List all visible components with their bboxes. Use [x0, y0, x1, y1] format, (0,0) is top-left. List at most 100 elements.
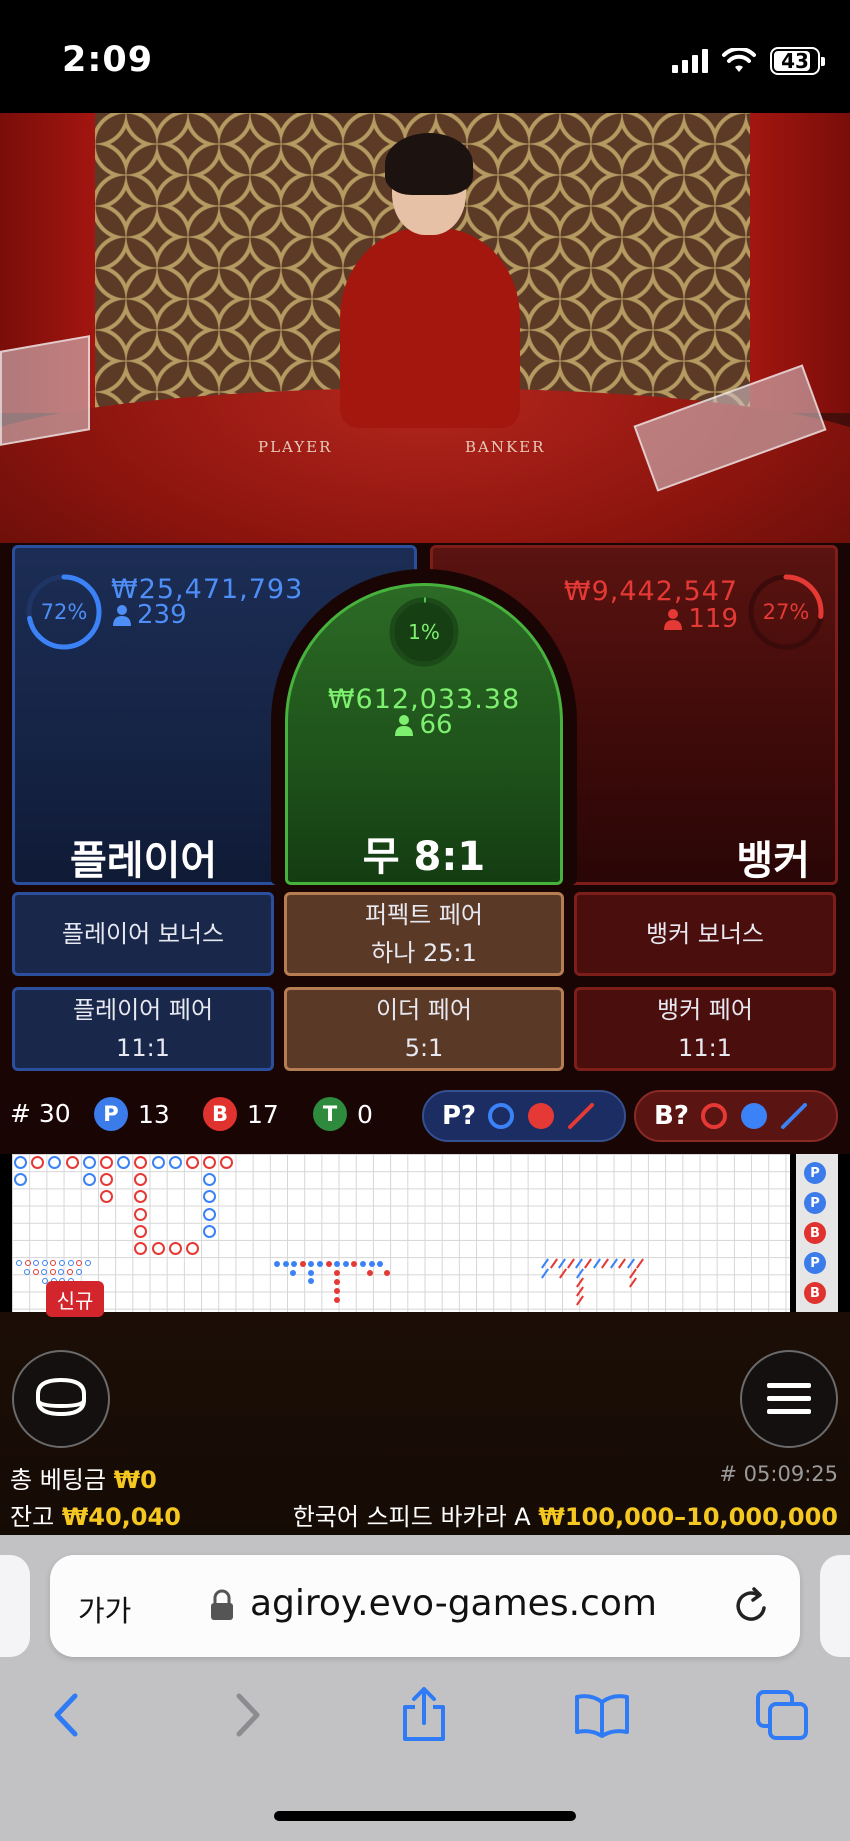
derived-slash — [541, 1258, 549, 1269]
table-limits: ₩100,000–10,000,000 — [538, 1503, 838, 1531]
derived-slash — [618, 1258, 627, 1269]
banker-chip-icon: B — [203, 1097, 237, 1131]
tie-bet-spot[interactable]: 1% ₩612,033.38 66 무 8:1 — [285, 583, 563, 885]
derived-dot — [334, 1297, 340, 1303]
status-icons: 43 — [672, 44, 825, 78]
status-bar: 2:09 43 — [0, 0, 850, 113]
banker-ring — [186, 1156, 199, 1169]
tabs-button[interactable] — [752, 1685, 812, 1745]
hamburger-icon — [767, 1383, 811, 1414]
reload-icon[interactable] — [732, 1586, 772, 1626]
person-icon — [395, 715, 414, 736]
banker-percent: 27% — [762, 600, 810, 624]
derived-dot — [334, 1270, 340, 1276]
prev-tab-preview[interactable] — [0, 1555, 30, 1657]
banker-pair-label: 뱅커 페어 — [657, 996, 753, 1024]
bookmarks-button[interactable] — [572, 1685, 632, 1745]
menu-button[interactable] — [740, 1350, 838, 1448]
player-percent-ring: 72% — [25, 573, 103, 655]
derived-dot — [342, 1261, 349, 1267]
either-pair-button[interactable]: 이더 페어 5:1 — [284, 987, 564, 1071]
banker-bettors: 119 — [664, 604, 738, 634]
banker-ring — [134, 1156, 148, 1169]
banker-amount: ₩9,442,547 — [563, 576, 738, 607]
scoreboard-roadmap[interactable] — [12, 1154, 790, 1312]
derived-slash — [601, 1258, 610, 1269]
derived-ring — [24, 1269, 30, 1275]
derived-ring — [67, 1260, 74, 1266]
player-pair-button[interactable]: 플레이어 페어 11:1 — [12, 987, 274, 1071]
total-bet: 총 베팅금 ₩0 — [10, 1460, 157, 1495]
banker-ring — [134, 1242, 148, 1255]
back-button[interactable] — [36, 1685, 96, 1745]
derived-ring — [76, 1260, 83, 1266]
slash-marker-icon — [780, 1103, 807, 1129]
derived-ring — [49, 1269, 56, 1275]
player-pair-odds: 11:1 — [116, 1034, 170, 1062]
banker-ring — [168, 1242, 182, 1255]
banker-bettors-count: 119 — [688, 604, 738, 634]
banker-table-mark: BANKER — [465, 438, 546, 456]
derived-dot — [308, 1270, 314, 1276]
derived-ring — [24, 1260, 31, 1266]
derived-dot — [351, 1261, 358, 1267]
slash-marker-icon — [568, 1103, 595, 1129]
banker-pair-button[interactable]: 뱅커 페어 11:1 — [574, 987, 836, 1071]
banker-ring — [151, 1242, 165, 1255]
derived-dot — [299, 1261, 306, 1267]
dot-marker-icon — [740, 1103, 767, 1129]
player-wins-stat: P 13 — [94, 1097, 170, 1131]
derived-slash — [559, 1268, 567, 1279]
derived-dot — [384, 1270, 390, 1276]
derived-dot — [308, 1278, 314, 1284]
url-text[interactable]: agiroy.evo-games.com — [250, 1583, 657, 1624]
forward-button[interactable] — [218, 1685, 278, 1745]
perfect-pair-odds: 하나 25:1 — [371, 939, 477, 967]
stats-row: # 30 P 13 B 17 T 0 P? B? — [0, 1083, 850, 1154]
player-ring — [203, 1173, 217, 1187]
player-pair-label: 플레이어 페어 — [72, 996, 214, 1024]
banker-bonus-button[interactable]: 뱅커 보너스 — [574, 892, 836, 976]
player-bonus-button[interactable]: 플레이어 보너스 — [12, 892, 274, 976]
banker-ring — [186, 1242, 199, 1255]
banker-predict-button[interactable]: B? — [634, 1090, 838, 1142]
live-video[interactable]: PLAYER BANKER — [0, 113, 850, 543]
balance-label: 잔고 — [10, 1503, 55, 1531]
player-ring — [117, 1156, 131, 1169]
derived-ring — [32, 1269, 39, 1275]
player-label: 플레이어 — [70, 838, 218, 884]
banker-ring — [134, 1173, 148, 1187]
bead-road-strip[interactable]: PPBPB — [796, 1154, 838, 1312]
player-predict-button[interactable]: P? — [422, 1090, 626, 1142]
perfect-pair-button[interactable]: 퍼펙트 페어 하나 25:1 — [284, 892, 564, 976]
banker-ring — [203, 1156, 217, 1169]
back-icon — [54, 1693, 78, 1737]
derived-dot — [367, 1270, 373, 1276]
player-ring — [151, 1156, 165, 1169]
banker-ring — [65, 1156, 79, 1169]
home-indicator[interactable] — [274, 1811, 576, 1821]
chat-button[interactable] — [12, 1350, 110, 1448]
player-bonus-label: 플레이어 보너스 — [61, 920, 225, 948]
perfect-pair-label: 퍼펙트 페어 — [364, 901, 484, 929]
player-ring — [203, 1224, 217, 1238]
derived-dot — [317, 1261, 323, 1267]
tie-label: 무 8:1 — [362, 834, 486, 880]
banker-pair-odds: 11:1 — [678, 1034, 732, 1062]
book-icon — [575, 1694, 629, 1738]
derived-slash — [627, 1258, 635, 1269]
banker-wins-stat: B 17 — [203, 1097, 279, 1131]
banker-percent-ring: 27% — [747, 573, 825, 655]
derived-ring — [67, 1269, 73, 1275]
derived-ring — [58, 1269, 65, 1275]
derived-dot — [325, 1261, 332, 1267]
next-tab-preview[interactable] — [820, 1555, 850, 1657]
derived-dot — [334, 1279, 340, 1285]
share-button[interactable] — [394, 1685, 454, 1745]
text-size-button[interactable]: 가가 — [78, 1588, 131, 1630]
player-ring — [203, 1207, 217, 1221]
derived-dot — [360, 1261, 366, 1267]
battery-icon: 43 — [770, 47, 825, 75]
address-bar[interactable]: 가가 agiroy.evo-games.com — [50, 1555, 800, 1657]
derived-ring — [59, 1260, 65, 1266]
